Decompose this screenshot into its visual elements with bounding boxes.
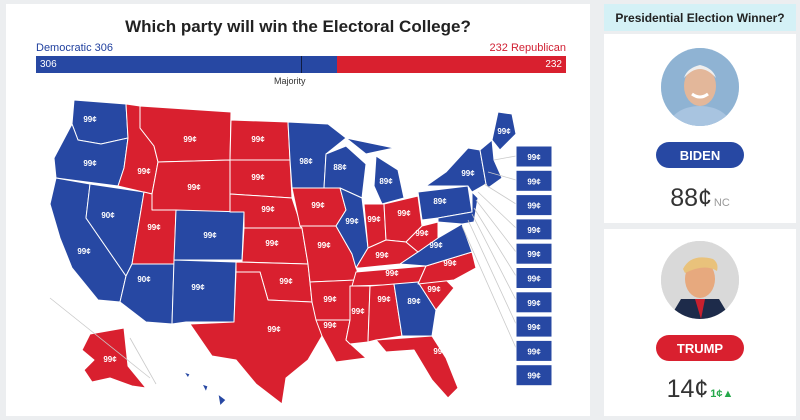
state-label-missouri: 99¢ [317, 241, 331, 250]
east-state-box-label: 99¢ [527, 347, 541, 356]
state-label-wisconsin: 88¢ [333, 163, 347, 172]
state-label-alabama: 99¢ [377, 295, 391, 304]
republican-vote-segment: 232 [337, 56, 566, 73]
east-state-box-label: 99¢ [527, 275, 541, 284]
state-label-iowa: 99¢ [311, 201, 325, 210]
state-label-alaska: 99¢ [103, 355, 117, 364]
state-label-louisiana: 99¢ [323, 321, 337, 330]
biden-change: NC [713, 197, 730, 209]
state-label-texas: 99¢ [267, 325, 281, 334]
state-label-kansas: 99¢ [265, 239, 279, 248]
state-label-kentucky: 99¢ [375, 251, 389, 260]
state-label-montana: 99¢ [183, 135, 197, 144]
state-label-minnesota: 98¢ [299, 157, 313, 166]
state-label-tennessee: 99¢ [385, 269, 399, 278]
candidate-card-trump[interactable]: TRUMP 14¢ 1¢▲ [604, 229, 796, 416]
state-label-arkansas: 99¢ [323, 295, 337, 304]
state-label-virginia: 99¢ [429, 241, 443, 250]
state-new-york[interactable] [425, 147, 487, 193]
sidebar-header: Presidential Election Winner? [604, 4, 796, 31]
state-label-pennsylvania: 89¢ [433, 197, 447, 206]
state-label-new-mexico: 99¢ [191, 283, 205, 292]
state-label-south-carolina: 99¢ [427, 285, 441, 294]
candidate-card-biden[interactable]: BIDEN 88¢ NC [604, 34, 796, 223]
east-state-box-label: 99¢ [527, 226, 541, 235]
state-label-utah: 99¢ [147, 223, 161, 232]
democratic-legend: Democratic 306 [36, 42, 114, 54]
trump-name-pill[interactable]: TRUMP [656, 335, 744, 361]
state-label-california: 99¢ [77, 247, 91, 256]
republican-legend: 232 Republican [489, 42, 566, 54]
state-label-maine: 99¢ [497, 127, 511, 136]
east-state-box-label: 99¢ [527, 202, 541, 211]
state-label-washington: 99¢ [83, 115, 97, 124]
up-arrow-icon: ▲ [722, 388, 734, 400]
electoral-map-panel: Which party will win the Electoral Colle… [6, 4, 590, 416]
state-label-new-york: 99¢ [461, 169, 475, 178]
state-label-nevada: 90¢ [101, 211, 115, 220]
east-state-box-label: 99¢ [527, 177, 541, 186]
page-title: Which party will win the Electoral Colle… [125, 17, 471, 36]
biden-avatar [661, 48, 739, 126]
state-label-indiana: 99¢ [367, 215, 381, 224]
trump-change: 1¢▲ [710, 388, 734, 400]
state-washington[interactable] [71, 99, 129, 145]
east-state-box-label: 99¢ [527, 153, 541, 162]
state-label-illinois: 99¢ [345, 217, 359, 226]
majority-label: Majority [274, 76, 306, 86]
trump-avatar [661, 241, 739, 319]
east-state-box-label: 99¢ [527, 299, 541, 308]
state-label-north-carolina: 99¢ [443, 259, 457, 268]
state-label-north-dakota: 99¢ [251, 135, 265, 144]
majority-marker [301, 56, 302, 73]
state-label-michigan: 89¢ [379, 177, 393, 186]
east-state-box-label: 99¢ [527, 323, 541, 332]
trump-price: 14¢ 1¢▲ [666, 375, 734, 403]
state-label-florida: 99¢ [433, 347, 447, 356]
biden-price: 88¢ NC [670, 184, 730, 212]
state-arizona[interactable] [119, 263, 175, 325]
state-label-ohio: 99¢ [397, 209, 411, 218]
east-state-box-label: 99¢ [527, 372, 541, 381]
state-hawaii[interactable] [183, 371, 227, 407]
east-coast-price-boxes: 99¢ 99¢ 99¢ 99¢ 99¢ 99¢ 99¢ 99¢ 99¢ 99¢ [515, 145, 553, 387]
state-label-wyoming: 99¢ [187, 183, 201, 192]
state-label-georgia: 89¢ [407, 297, 421, 306]
state-florida[interactable] [375, 335, 459, 399]
state-new-mexico[interactable] [171, 259, 237, 325]
state-label-south-dakota: 99¢ [251, 173, 265, 182]
biden-name-pill[interactable]: BIDEN [656, 142, 744, 168]
state-label-colorado: 99¢ [203, 231, 217, 240]
state-label-idaho: 99¢ [137, 167, 151, 176]
state-label-mississippi: 99¢ [351, 307, 365, 316]
state-label-oregon: 99¢ [83, 159, 97, 168]
state-label-arizona: 90¢ [137, 275, 151, 284]
us-states-map[interactable]: 99¢99¢99¢90¢99¢99¢99¢99¢99¢90¢99¢99¢99¢9… [6, 88, 590, 416]
democratic-vote-segment: 306 [36, 56, 337, 73]
state-label-nebraska: 99¢ [261, 205, 275, 214]
state-label-west-virginia: 99¢ [415, 229, 429, 238]
state-label-oklahoma: 99¢ [279, 277, 293, 286]
east-state-box-label: 99¢ [527, 250, 541, 259]
